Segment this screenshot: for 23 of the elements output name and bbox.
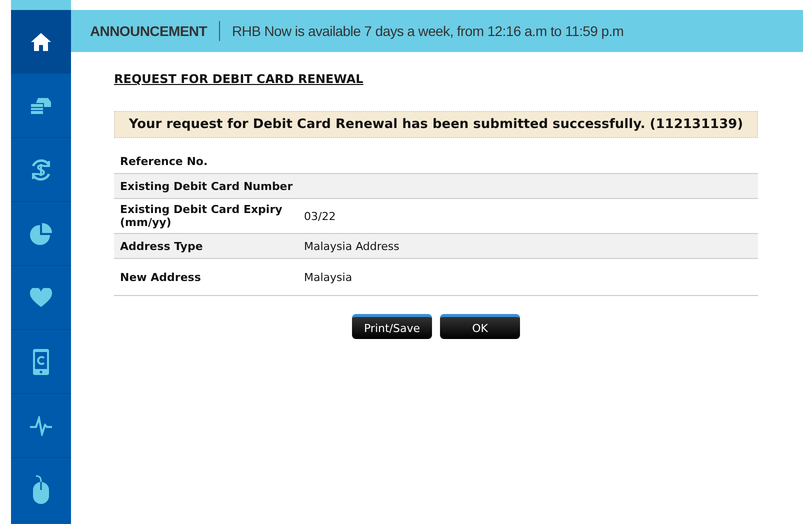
- dollar-icon: [29, 158, 53, 182]
- nav-item[interactable]: [11, 10, 71, 74]
- field-value: Malaysia: [304, 270, 352, 284]
- action-button[interactable]: Print/Save: [352, 314, 432, 339]
- phone-icon: [32, 348, 50, 376]
- heart-icon: [30, 288, 52, 308]
- field-label: Reference No.: [119, 154, 209, 168]
- field-label: Existing Debit Card Number: [119, 180, 294, 192]
- pie-chart-icon: [30, 222, 52, 244]
- pulse-icon: [29, 416, 53, 436]
- announcement-label: ANNOUNCEMENT: [90, 23, 207, 39]
- page-title: REQUEST FOR DEBIT CARD RENEWAL: [114, 72, 364, 86]
- mouse-icon: [32, 474, 50, 504]
- field-label: New Address: [119, 270, 202, 284]
- success-message: Your request for Debit Card Renewal has been submitted successfully. (112131139): [114, 111, 758, 138]
- announcement-text: RHB Now is available 7 days a week, from 12:16 a.m to 11:59 p.m: [232, 23, 624, 39]
- field-label: Address Type: [119, 240, 204, 252]
- field-value: 03/22: [304, 210, 336, 222]
- card-icon: [30, 96, 52, 114]
- field-value: Malaysia Address: [304, 240, 400, 252]
- field-label: Existing Debit Card Expiry (mm/yy): [119, 203, 284, 229]
- home-icon: [30, 32, 52, 52]
- action-button[interactable]: OK: [440, 314, 520, 339]
